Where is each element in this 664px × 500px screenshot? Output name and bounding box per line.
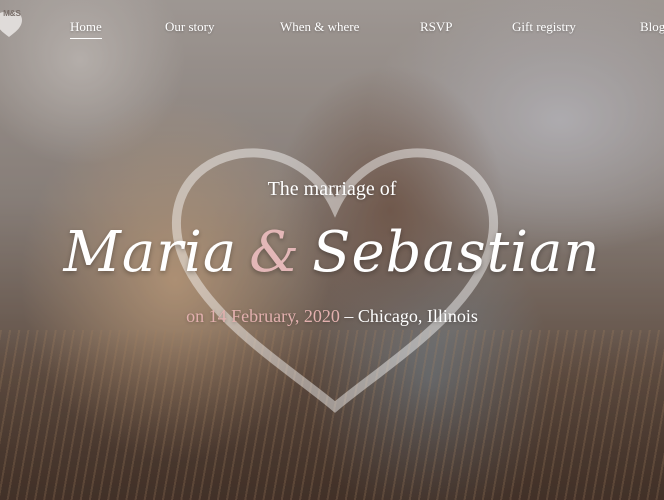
nav-blog[interactable]: Blog (640, 19, 664, 35)
name-one: Maria (63, 220, 238, 285)
hero-subtitle: The marriage of (267, 178, 397, 200)
nav-rsvp[interactable]: RSVP (420, 19, 453, 35)
logo-initials: M&S (3, 9, 21, 18)
nav-when-and-where[interactable]: When & where (280, 19, 359, 35)
wedding-location: Chicago, Illinois (357, 306, 478, 326)
wedding-date: on 14 February, 2020 (186, 306, 340, 326)
nav-our-story[interactable]: Our story (165, 19, 214, 35)
wedding-date-location: on 14 February, 2020 – Chicago, Illinois (0, 306, 664, 327)
nav-gift-registry[interactable]: Gift registry (512, 19, 576, 35)
nav-home[interactable]: Home (70, 19, 102, 39)
ampersand: & (249, 220, 301, 285)
couple-names: Maria & Sebastian (0, 208, 664, 298)
date-separator: – (339, 306, 358, 326)
main-navigation: M&S Home Our story When & where RSVP Gif… (0, 0, 664, 54)
name-two: Sebastian (312, 220, 601, 285)
